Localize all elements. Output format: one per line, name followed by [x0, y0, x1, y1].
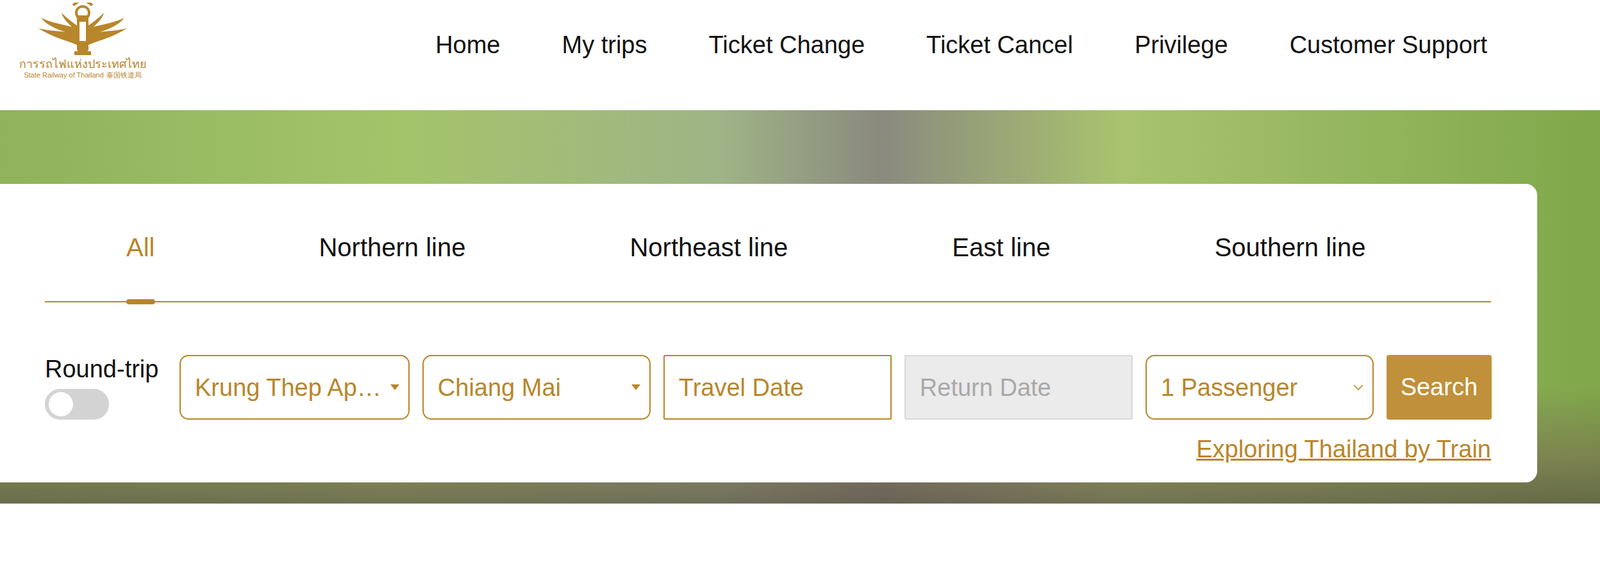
- passenger-select[interactable]: 1 Passenger: [1145, 355, 1374, 420]
- caret-down-icon: [390, 384, 400, 391]
- nav-link[interactable]: Ticket Change: [708, 30, 866, 59]
- search-button[interactable]: Search: [1386, 355, 1492, 420]
- chevron-down-icon: [1353, 384, 1364, 392]
- round-trip-toggle[interactable]: [44, 389, 109, 420]
- round-trip: Round-trip: [44, 355, 167, 420]
- site-header: การรถไฟแห่งประเทศไทยState Railway of Tha…: [0, 0, 1600, 111]
- line-tab[interactable]: Southern line: [1214, 232, 1367, 302]
- link-row: Exploring Thailand by Train: [44, 435, 1492, 464]
- line-tab[interactable]: All: [126, 232, 155, 302]
- search-card: All Northern line Northeast line East line S…: [0, 183, 1538, 483]
- logo-thai-name: การรถไฟแห่งประเทศไทย: [19, 57, 147, 71]
- tab-indicator: [126, 299, 156, 305]
- line-tab[interactable]: Northeast line: [629, 232, 788, 302]
- line-tab[interactable]: East line: [951, 232, 1050, 302]
- logo[interactable]: การรถไฟแห่งประเทศไทยState Railway of Tha…: [18, 0, 147, 80]
- nav-link[interactable]: Customer Support: [1289, 30, 1488, 59]
- toggle-knob: [48, 392, 74, 417]
- destination-select[interactable]: Chiang Mai: [422, 355, 651, 420]
- main-nav: Home My trips Ticket Change Ticket Cancel Pr…: [435, 30, 1488, 59]
- line-tab[interactable]: Northern line: [318, 232, 466, 302]
- hero-photo: All Northern line Northeast line East line S…: [0, 110, 1600, 504]
- nav-link[interactable]: Ticket Cancel: [926, 30, 1074, 59]
- logo-subtitle: State Railway of Thailand泰国铁道局: [23, 70, 142, 80]
- nav-link[interactable]: Privilege: [1134, 30, 1229, 59]
- explore-link[interactable]: Exploring Thailand by Train: [1196, 435, 1492, 464]
- search-form: Round-trip Krung Thep Ap…Chiang MaiTravel…: [44, 355, 1492, 420]
- return-date-input: Return Date: [904, 355, 1133, 420]
- logo-chinese-name: 泰国铁道局: [106, 70, 142, 80]
- line-tabs: All Northern line Northeast line East line S…: [44, 232, 1492, 303]
- nav-link[interactable]: Home: [435, 30, 500, 59]
- round-trip-label: Round-trip: [44, 355, 167, 383]
- travel-date-input[interactable]: Travel Date: [663, 355, 892, 420]
- origin-select[interactable]: Krung Thep Ap…: [179, 355, 410, 420]
- emblem-icon: [34, 2, 131, 57]
- nav-link[interactable]: My trips: [562, 30, 648, 59]
- caret-down-icon: [631, 384, 641, 391]
- logo-english-name: State Railway of Thailand: [23, 70, 104, 80]
- page: การรถไฟแห่งประเทศไทยState Railway of Tha…: [0, 0, 1600, 583]
